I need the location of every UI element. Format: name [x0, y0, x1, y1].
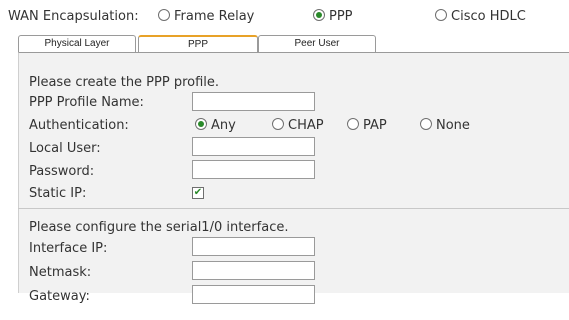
password-input[interactable] — [192, 160, 315, 179]
radio-auth-chap[interactable] — [272, 118, 284, 130]
radio-cisco-hdlc[interactable] — [435, 9, 447, 21]
static-ip-checkbox[interactable]: ✔ — [192, 187, 204, 199]
ppp-section-heading: Please create the PPP profile. — [29, 75, 220, 90]
radio-auth-pap[interactable] — [347, 118, 359, 130]
local-user-input[interactable] — [192, 137, 315, 156]
section-divider — [18, 208, 569, 209]
password-label: Password: — [29, 164, 95, 179]
auth-option-label: None — [436, 118, 470, 133]
interface-ip-label: Interface IP: — [29, 241, 108, 256]
auth-option-label: CHAP — [288, 118, 324, 133]
authentication-label: Authentication: — [29, 118, 129, 133]
static-ip-label: Static IP: — [29, 186, 87, 201]
tab-ppp[interactable]: PPP — [138, 35, 258, 52]
tab-bar: Physical Layer PPP Peer User — [18, 35, 378, 52]
gateway-input[interactable] — [192, 285, 315, 304]
radio-frame-relay[interactable] — [158, 9, 170, 21]
ppp-profile-name-label: PPP Profile Name: — [29, 95, 144, 110]
radio-auth-none[interactable] — [420, 118, 432, 130]
auth-option-label: Any — [211, 118, 236, 133]
wan-option-frame-relay[interactable]: Frame Relay — [158, 9, 254, 24]
local-user-label: Local User: — [29, 141, 101, 156]
auth-option-none[interactable]: None — [420, 118, 470, 133]
auth-option-any[interactable]: Any — [195, 118, 236, 133]
interface-ip-input[interactable] — [192, 237, 315, 256]
netmask-input[interactable] — [192, 261, 315, 280]
auth-option-chap[interactable]: CHAP — [272, 118, 324, 133]
radio-auth-any[interactable] — [195, 118, 207, 130]
ppp-profile-name-input[interactable] — [192, 92, 315, 111]
tab-peer-user[interactable]: Peer User — [258, 35, 376, 52]
netmask-label: Netmask: — [29, 265, 92, 280]
auth-option-pap[interactable]: PAP — [347, 118, 387, 133]
gateway-label: Gateway: — [29, 289, 90, 304]
wan-option-ppp[interactable]: PPP — [313, 9, 353, 24]
auth-option-label: PAP — [363, 118, 387, 133]
wan-option-cisco-hdlc[interactable]: Cisco HDLC — [435, 9, 526, 24]
radio-ppp[interactable] — [313, 9, 325, 21]
wan-option-label: Cisco HDLC — [451, 9, 526, 24]
wan-option-label: Frame Relay — [174, 9, 255, 24]
tab-physical-layer[interactable]: Physical Layer — [18, 35, 136, 52]
serial-section-heading: Please configure the serial1/0 interface… — [29, 220, 289, 235]
wan-encapsulation-label: WAN Encapsulation: — [8, 9, 139, 24]
wan-option-label: PPP — [329, 9, 353, 24]
